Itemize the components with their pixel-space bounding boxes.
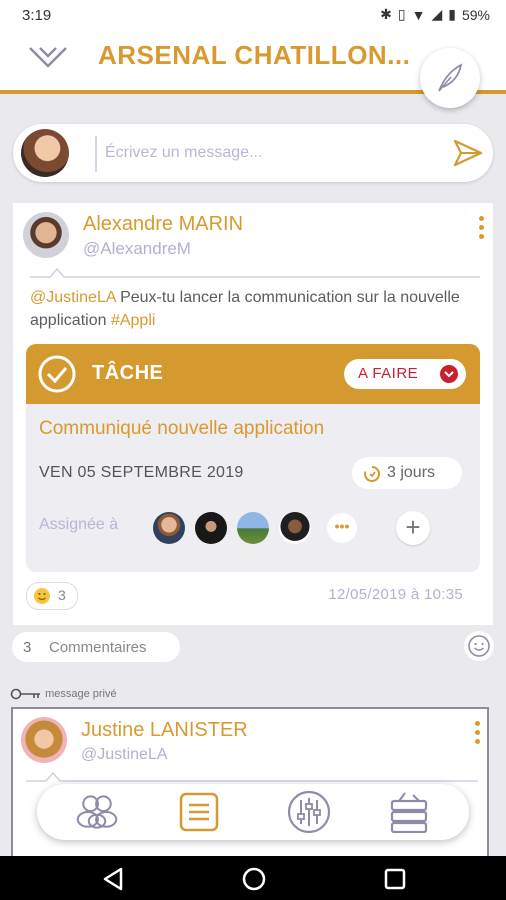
post-text: @JustineLA Peux-tu lancer la communicati… bbox=[30, 286, 480, 332]
nav-feed[interactable] bbox=[179, 792, 219, 832]
post-timestamp: 12/05/2019 à 10:35 bbox=[328, 586, 463, 603]
groups-icon bbox=[76, 795, 118, 829]
assigned-label: Assignée à bbox=[39, 516, 119, 533]
signal-icon: ◢ bbox=[431, 6, 443, 22]
post-menu-button[interactable] bbox=[479, 216, 484, 239]
task-title: Communiqué nouvelle application bbox=[39, 418, 325, 439]
post-card: Alexandre MARIN @AlexandreM @JustineLA P… bbox=[13, 203, 493, 625]
timer-icon bbox=[364, 465, 381, 482]
archive-icon bbox=[390, 792, 428, 833]
system-navigation-bar bbox=[0, 856, 506, 900]
author-avatar[interactable] bbox=[21, 717, 67, 763]
wifi-icon: ▼ bbox=[411, 6, 426, 23]
nav-groups[interactable] bbox=[75, 792, 119, 832]
battery-percent: 59% bbox=[461, 6, 490, 23]
chevron-down-icon[interactable] bbox=[28, 44, 68, 72]
bluetooth-icon: ✱ bbox=[380, 6, 392, 22]
battery-icon: ▮ bbox=[448, 6, 456, 22]
header-divider-line bbox=[26, 771, 478, 782]
emoji-add-icon bbox=[468, 635, 490, 657]
compose-button[interactable] bbox=[420, 48, 480, 108]
task-card[interactable]: TÂCHE A FAIRE Communiqué nouvelle applic… bbox=[26, 344, 480, 572]
private-message-text: message privé bbox=[45, 688, 117, 700]
comments-button[interactable]: 3 Commentaires bbox=[12, 632, 180, 662]
task-status: A FAIRE bbox=[358, 365, 419, 382]
send-icon[interactable] bbox=[453, 139, 483, 167]
bottom-navigation bbox=[37, 784, 469, 840]
user-avatar bbox=[21, 129, 69, 177]
add-reaction-button[interactable] bbox=[464, 631, 494, 661]
status-time: 3:19 bbox=[22, 7, 52, 24]
settings-sliders-icon bbox=[287, 790, 331, 834]
message-composer: Écrivez un message... bbox=[13, 124, 493, 182]
chevron-down-icon bbox=[440, 365, 458, 383]
key-icon bbox=[10, 688, 40, 700]
vibrate-icon: ▯ bbox=[397, 6, 406, 22]
mention-link[interactable]: @JustineLA bbox=[30, 289, 116, 306]
feather-icon bbox=[438, 63, 463, 92]
feed-icon bbox=[179, 792, 219, 832]
private-message-label: message privé bbox=[10, 688, 117, 700]
post-handle: @AlexandreM bbox=[83, 239, 191, 258]
task-label: TÂCHE bbox=[92, 362, 164, 384]
status-icons: ✱ ▯ ▼ ◢ ▮ 59% bbox=[380, 6, 490, 23]
reaction-badge[interactable]: 3 bbox=[26, 582, 78, 610]
back-icon[interactable] bbox=[101, 867, 125, 891]
page-title: ARSENAL CHATILLON... bbox=[98, 40, 411, 70]
post-author[interactable]: Justine LANISTER bbox=[81, 719, 248, 742]
nav-settings[interactable] bbox=[287, 790, 331, 834]
task-duration-label: 3 jours bbox=[387, 464, 436, 481]
task-status-dropdown[interactable]: A FAIRE bbox=[344, 359, 466, 389]
add-assignee-button[interactable]: + bbox=[396, 511, 430, 545]
task-duration: 3 jours bbox=[352, 457, 462, 489]
post-author[interactable]: Alexandre MARIN bbox=[83, 213, 243, 236]
status-bar: 3:19 ✱ ▯ ▼ ◢ ▮ 59% bbox=[0, 0, 506, 34]
author-avatar[interactable] bbox=[23, 212, 69, 258]
message-input[interactable]: Écrivez un message... bbox=[105, 144, 262, 162]
assignee-avatar[interactable] bbox=[195, 512, 227, 544]
assignee-avatar[interactable] bbox=[153, 512, 185, 544]
comments-label: Commentaires bbox=[49, 639, 147, 656]
header-divider-line bbox=[30, 267, 480, 278]
reaction-count: 3 bbox=[58, 587, 66, 603]
smiley-icon bbox=[34, 588, 50, 604]
task-date: VEN 05 SEPTEMBRE 2019 bbox=[39, 464, 244, 481]
composer-separator bbox=[95, 136, 97, 172]
recents-icon[interactable] bbox=[383, 867, 407, 891]
more-assignees-button[interactable]: ••• bbox=[327, 513, 357, 543]
assignee-avatar[interactable] bbox=[279, 512, 311, 544]
check-circle-icon bbox=[38, 355, 76, 393]
post-handle: @JustineLA bbox=[81, 746, 168, 763]
assignee-avatar[interactable] bbox=[237, 512, 269, 544]
task-header: TÂCHE A FAIRE bbox=[26, 344, 480, 404]
comments-count: 3 bbox=[23, 639, 32, 656]
hashtag-link[interactable]: #Appli bbox=[111, 312, 155, 329]
post-menu-button[interactable] bbox=[475, 721, 480, 744]
home-icon[interactable] bbox=[241, 866, 267, 892]
nav-archive[interactable] bbox=[389, 792, 429, 833]
